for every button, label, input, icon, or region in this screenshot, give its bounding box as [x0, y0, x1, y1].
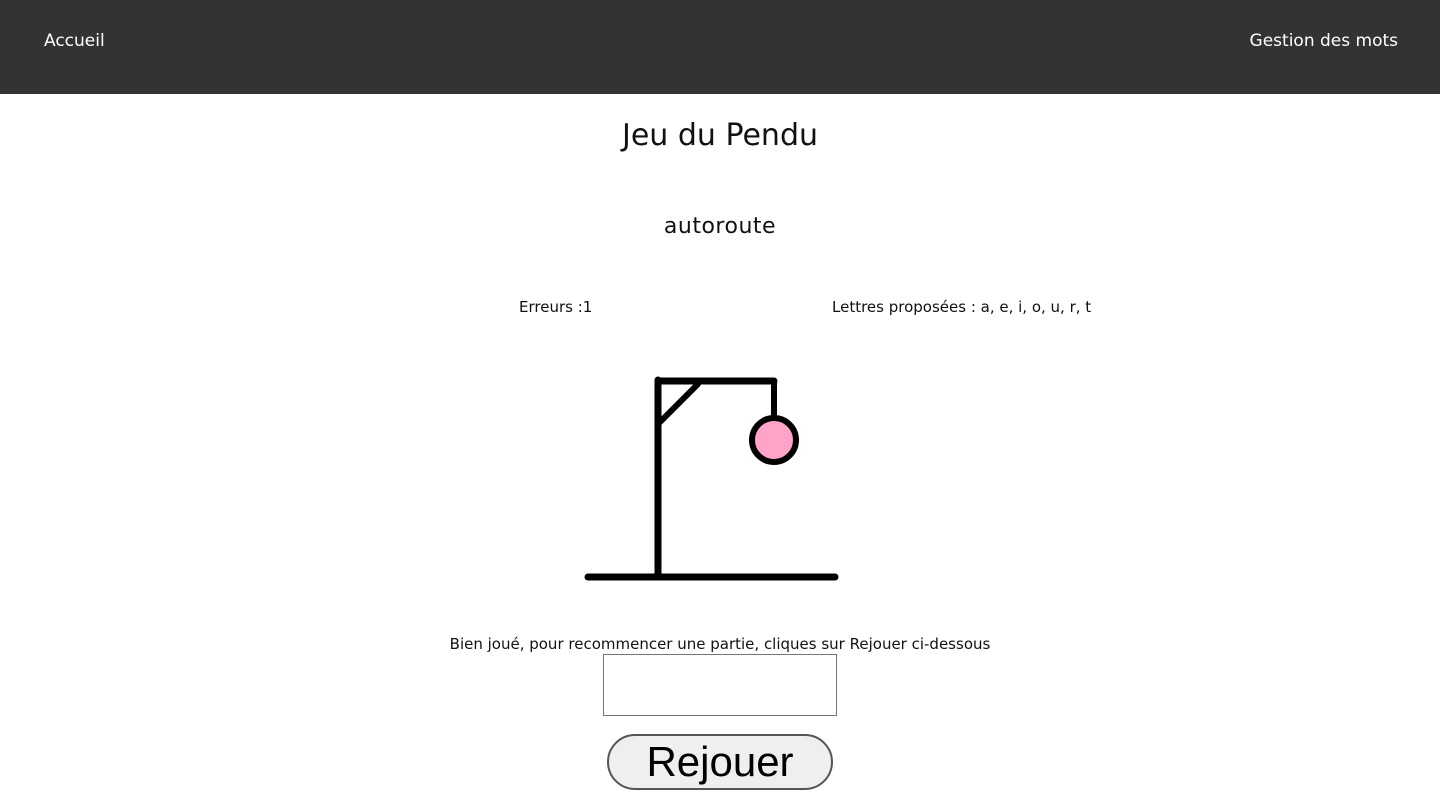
- nav-link-words-management[interactable]: Gestion des mots: [1250, 30, 1398, 52]
- top-navbar: Accueil Gestion des mots: [0, 0, 1440, 94]
- page-title: Jeu du Pendu: [622, 118, 818, 153]
- proposed-letters: Lettres proposées : a, e, i, o, u, r, t: [832, 298, 1092, 316]
- gallows-brace: [657, 381, 701, 425]
- letter-input[interactable]: [603, 654, 837, 716]
- replay-button[interactable]: Rejouer: [607, 734, 833, 790]
- hidden-word: autoroute: [663, 214, 777, 239]
- hangman-head: [749, 415, 799, 465]
- nav-link-home[interactable]: Accueil: [44, 30, 105, 52]
- win-message: Bien joué, pour recommencer une partie, …: [449, 635, 991, 653]
- error-count: Erreurs :1: [519, 298, 593, 316]
- hangman-drawing: [584, 376, 839, 581]
